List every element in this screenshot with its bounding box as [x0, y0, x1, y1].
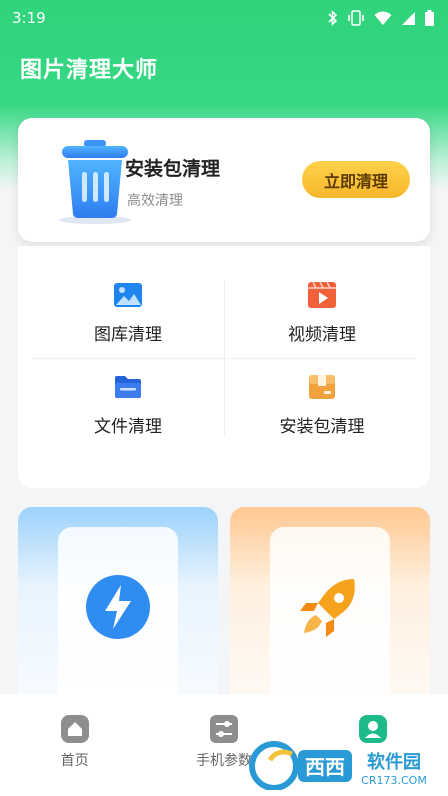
nav-label: 首页 [60, 753, 89, 769]
tool-label: 安装包清理 [279, 417, 365, 437]
status-bar: 3:19 [0, 0, 448, 36]
nav-home[interactable]: 首页 [0, 694, 149, 796]
tool-label: 图库清理 [94, 325, 162, 345]
sliders-icon [209, 715, 238, 743]
signal-icon [402, 11, 415, 25]
status-time: 3:19 [12, 9, 46, 27]
hero-title: 安装包清理 [125, 158, 221, 180]
grid-divider-horizontal [32, 358, 416, 359]
hero-subtitle: 高效清理 [127, 193, 183, 209]
tool-label: 文件清理 [94, 417, 162, 437]
battery-icon [425, 10, 434, 26]
vibrate-icon [348, 10, 364, 26]
clean-now-button[interactable]: 立即清理 [302, 161, 410, 198]
rocket-icon [300, 579, 355, 637]
tool-video-clean[interactable]: 视频清理 [252, 280, 392, 345]
trash-can-icon [52, 138, 142, 228]
lightning-icon [86, 575, 150, 639]
folder-icon [115, 376, 141, 398]
wifi-icon [374, 11, 392, 25]
svg-text:西西: 西西 [305, 755, 345, 779]
video-icon [308, 281, 336, 308]
svg-text:软件园: 软件园 [367, 751, 421, 773]
bluetooth-icon [328, 10, 338, 26]
tool-gallery-clean[interactable]: 图库清理 [58, 280, 198, 345]
home-icon [60, 715, 89, 743]
watermark-logo: 西西 软件园 CR173.COM [249, 741, 427, 790]
svg-text:CR173.COM: CR173.COM [361, 774, 427, 787]
tool-label: 视频清理 [288, 325, 356, 345]
package-icon [309, 375, 335, 399]
rocket-boost-card[interactable] [230, 507, 430, 707]
app-title: 图片清理大师 [20, 58, 159, 83]
tool-file-clean[interactable]: 文件清理 [58, 372, 198, 437]
speed-boost-card[interactable] [18, 507, 218, 707]
tool-package-clean[interactable]: 安装包清理 [252, 372, 392, 437]
gallery-icon [114, 283, 142, 307]
